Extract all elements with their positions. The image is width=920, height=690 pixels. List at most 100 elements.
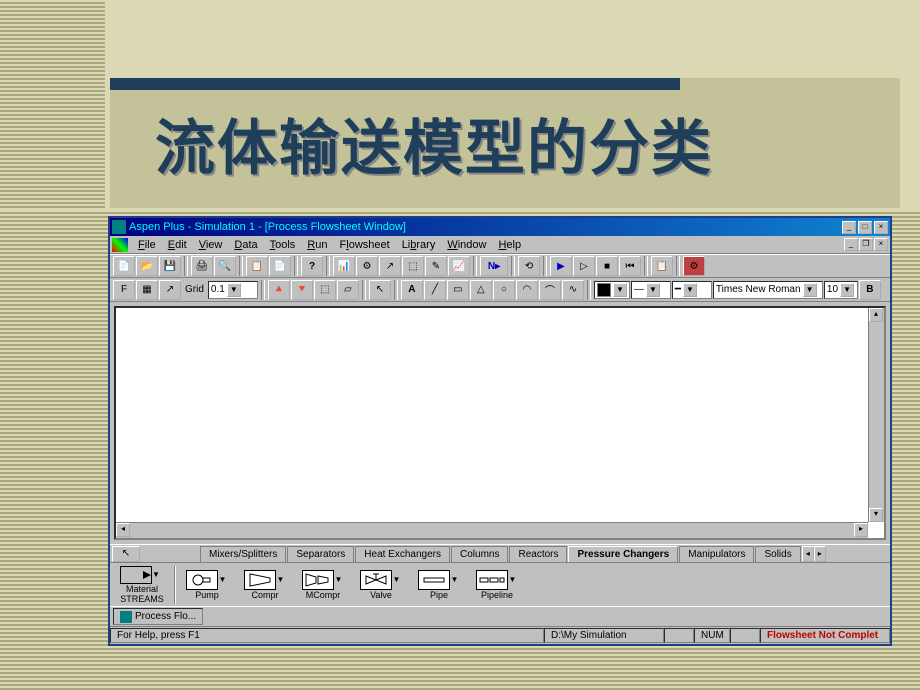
line-tool[interactable]: ╱ bbox=[424, 280, 446, 300]
dropdown-icon[interactable]: ▼ bbox=[393, 575, 403, 584]
menu-data[interactable]: Data bbox=[228, 238, 263, 252]
tab-solids[interactable]: Solids bbox=[755, 546, 800, 562]
next-button[interactable]: N▸ bbox=[480, 256, 508, 276]
arc-tool[interactable]: ◠ bbox=[516, 280, 538, 300]
block-pipeline[interactable]: ▼ Pipeline bbox=[470, 570, 524, 600]
menu-run[interactable]: Run bbox=[301, 238, 333, 252]
tab-columns[interactable]: Columns bbox=[451, 546, 508, 562]
block-pump[interactable]: ▼ Pump bbox=[180, 570, 234, 600]
menu-file[interactable]: File bbox=[132, 238, 162, 252]
grid-size-combo[interactable]: 0.1▼ bbox=[208, 281, 258, 299]
mdi-close-button[interactable]: × bbox=[874, 238, 888, 251]
zoom-fit-button[interactable]: ⬚ bbox=[314, 280, 336, 300]
dropdown-icon[interactable]: ▼ bbox=[335, 575, 345, 584]
curve-tool[interactable]: ⌒ bbox=[539, 280, 561, 300]
tab-pressure-changers[interactable]: Pressure Changers bbox=[568, 546, 678, 562]
streams-selector[interactable]: ▼ Material STREAMS bbox=[114, 566, 170, 604]
menu-tools[interactable]: Tools bbox=[264, 238, 302, 252]
dropdown-icon[interactable]: ▼ bbox=[509, 575, 519, 584]
data-browser-button[interactable]: 📊 bbox=[333, 256, 355, 276]
menu-library[interactable]: Library bbox=[396, 238, 442, 252]
stream-button[interactable]: ↗ bbox=[379, 256, 401, 276]
maximize-button[interactable]: □ bbox=[858, 221, 872, 234]
dropdown-icon[interactable]: ▼ bbox=[277, 575, 287, 584]
vertical-scrollbar[interactable]: ▴ ▾ bbox=[868, 308, 884, 522]
pointer-tool[interactable]: ↖ bbox=[369, 280, 391, 300]
paste-button[interactable]: 📄 bbox=[269, 256, 291, 276]
menu-edit[interactable]: Edit bbox=[162, 238, 193, 252]
color-picker[interactable]: ▼ bbox=[594, 281, 630, 299]
grid-toggle-button[interactable]: ▦ bbox=[136, 280, 158, 300]
tab-heat-exchangers[interactable]: Heat Exchangers bbox=[355, 546, 450, 562]
line-weight-combo[interactable]: ━▼ bbox=[672, 281, 712, 299]
bezier-tool[interactable]: ∿ bbox=[562, 280, 584, 300]
select-mode-button[interactable]: ↖ bbox=[112, 546, 140, 562]
snap-button[interactable]: ↗ bbox=[159, 280, 181, 300]
text-tool[interactable]: A bbox=[401, 280, 423, 300]
new-button[interactable]: 📄 bbox=[113, 256, 135, 276]
task-process-flowsheet[interactable]: Process Flo... bbox=[113, 608, 203, 625]
tab-manipulators[interactable]: Manipulators bbox=[679, 546, 754, 562]
tab-reactors[interactable]: Reactors bbox=[509, 546, 567, 562]
copy-button[interactable]: 📋 bbox=[246, 256, 268, 276]
dropdown-icon[interactable]: ▼ bbox=[451, 575, 461, 584]
dropdown-icon[interactable]: ▼ bbox=[152, 570, 164, 579]
menu-window[interactable]: Window bbox=[441, 238, 492, 252]
mdi-restore-button[interactable]: ❐ bbox=[859, 238, 873, 251]
block-compr[interactable]: ▼ Compr bbox=[238, 570, 292, 600]
block-valve[interactable]: ▼ Valve bbox=[354, 570, 408, 600]
circle-tool[interactable]: ○ bbox=[493, 280, 515, 300]
results-button[interactable]: 📋 bbox=[651, 256, 673, 276]
save-button[interactable]: 💾 bbox=[159, 256, 181, 276]
line-style-combo[interactable]: —▼ bbox=[631, 281, 671, 299]
horizontal-scrollbar[interactable]: ◂ ▸ bbox=[116, 522, 868, 538]
menu-help[interactable]: Help bbox=[492, 238, 527, 252]
stop-button[interactable]: ■ bbox=[596, 256, 618, 276]
open-button[interactable]: 📂 bbox=[136, 256, 158, 276]
tab-separators[interactable]: Separators bbox=[287, 546, 354, 562]
mdi-minimize-button[interactable]: _ bbox=[844, 238, 858, 251]
print-button[interactable]: 🖨 bbox=[191, 256, 213, 276]
scroll-down-button[interactable]: ▾ bbox=[869, 508, 883, 522]
dropdown-icon[interactable]: ▼ bbox=[803, 283, 817, 297]
manipulate-button[interactable]: ✎ bbox=[425, 256, 447, 276]
menu-flowsheet[interactable]: Flowsheet bbox=[334, 238, 396, 252]
rect-tool[interactable]: ▭ bbox=[447, 280, 469, 300]
step-button[interactable]: ▷ bbox=[573, 256, 595, 276]
minimize-button[interactable]: _ bbox=[842, 221, 856, 234]
close-button[interactable]: × bbox=[874, 221, 888, 234]
control-panel-button[interactable]: ⚙ bbox=[356, 256, 378, 276]
polygon-tool[interactable]: △ bbox=[470, 280, 492, 300]
dropdown-icon[interactable]: ▼ bbox=[613, 283, 627, 297]
block-mcompr[interactable]: ▼ MCompr bbox=[296, 570, 350, 600]
zoom-in-button[interactable]: 🔺 bbox=[268, 280, 290, 300]
scroll-right-button[interactable]: ▸ bbox=[854, 523, 868, 537]
flowsheet-mode-button[interactable]: F bbox=[113, 280, 135, 300]
scroll-up-button[interactable]: ▴ bbox=[869, 308, 883, 322]
bold-button[interactable]: B bbox=[859, 280, 881, 300]
font-name-combo[interactable]: Times New Roman▼ bbox=[713, 281, 823, 299]
dropdown-icon[interactable]: ▼ bbox=[683, 283, 697, 297]
preview-button[interactable]: 🔍 bbox=[214, 256, 236, 276]
block-button[interactable]: ⬚ bbox=[402, 256, 424, 276]
menu-view[interactable]: View bbox=[193, 238, 229, 252]
menu-app-icon[interactable] bbox=[112, 238, 128, 252]
plot-button[interactable]: 📈 bbox=[448, 256, 470, 276]
zoom-area-button[interactable]: ▱ bbox=[337, 280, 359, 300]
dropdown-icon[interactable]: ▼ bbox=[840, 283, 854, 297]
reinit-button[interactable]: ⟲ bbox=[518, 256, 540, 276]
scroll-left-button[interactable]: ◂ bbox=[116, 523, 130, 537]
help-button[interactable]: ? bbox=[301, 256, 323, 276]
zoom-out-button[interactable]: 🔻 bbox=[291, 280, 313, 300]
tab-scroll-left[interactable]: ◂ bbox=[802, 546, 814, 562]
reset-button[interactable]: ⏮ bbox=[619, 256, 641, 276]
dropdown-icon[interactable]: ▼ bbox=[646, 283, 660, 297]
dropdown-icon[interactable]: ▼ bbox=[219, 575, 229, 584]
tab-scroll-right[interactable]: ▸ bbox=[814, 546, 826, 562]
flowsheet-canvas[interactable]: ▴ ▾ ◂ ▸ bbox=[114, 306, 886, 540]
run-button[interactable]: ▶ bbox=[550, 256, 572, 276]
dropdown-icon[interactable]: ▼ bbox=[227, 283, 241, 297]
tab-mixers-splitters[interactable]: Mixers/Splitters bbox=[200, 546, 286, 562]
settings-button[interactable]: ⚙ bbox=[683, 256, 705, 276]
block-pipe[interactable]: ▼ Pipe bbox=[412, 570, 466, 600]
